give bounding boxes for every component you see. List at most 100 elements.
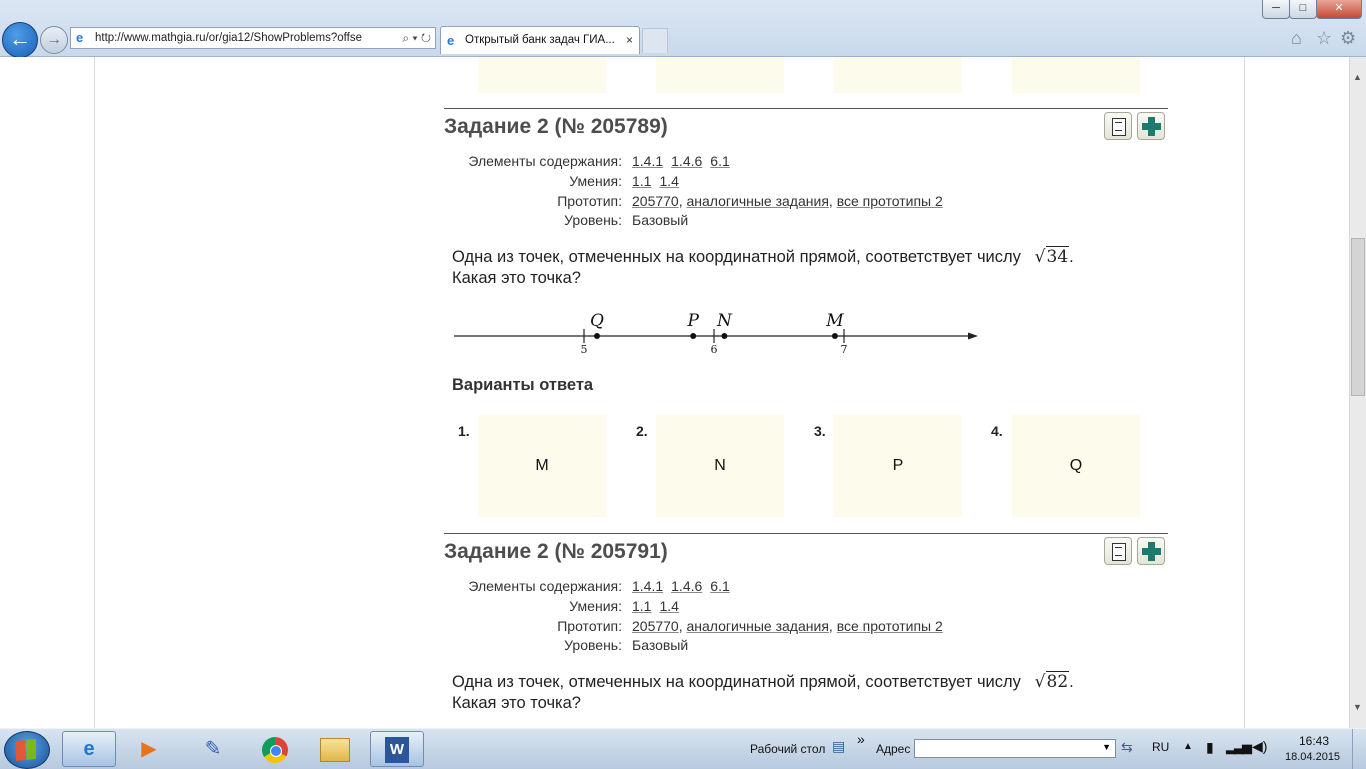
add-icon[interactable] (1137, 112, 1165, 140)
address-label: Адрес (876, 742, 911, 756)
toolbar-chevron[interactable]: » (857, 731, 865, 747)
answer-value: N (714, 457, 726, 474)
tick-label: 5 (581, 343, 588, 356)
answer-number: 3. (814, 423, 826, 439)
sqrt-expression: √82 (1034, 671, 1070, 692)
page-content: Задание 2 (№ 205789) Элементы содержания… (0, 57, 1349, 728)
point-p (690, 333, 697, 339)
close-window-button[interactable]: ✕ (1316, 0, 1362, 19)
prototype-label: Прототип: (557, 193, 622, 209)
point-q (594, 333, 600, 339)
skill-link[interactable]: 1.4 (659, 598, 678, 614)
taskbar-chrome[interactable] (248, 731, 302, 767)
vertical-scrollbar[interactable]: ▲ ▼ (1349, 57, 1366, 728)
content-label: Элементы содержания: (468, 153, 622, 169)
taskbar-media-player[interactable]: ▶ (122, 731, 176, 767)
taskbar-ie[interactable]: e (62, 731, 116, 767)
prototype-link[interactable]: 205770 (632, 193, 679, 209)
notes-icon[interactable] (1104, 537, 1132, 565)
problem-title: Задание 2 (№ 205789) (444, 115, 668, 138)
skills-label: Умения: (569, 598, 622, 614)
new-tab-button[interactable] (642, 28, 668, 53)
minimize-button[interactable]: ─ (1262, 0, 1290, 19)
tick-label: 6 (711, 343, 718, 356)
content-link[interactable]: 6.1 (710, 578, 729, 594)
prototype-link[interactable]: 205770 (632, 618, 679, 634)
desktop-toolbar-icon[interactable]: ▤ (832, 738, 845, 755)
point-m (831, 333, 838, 339)
answer-value: Q (1069, 457, 1083, 474)
refresh-icon[interactable]: ↻ (421, 31, 431, 45)
scroll-up-icon[interactable]: ▲ (1353, 72, 1362, 82)
skill-link[interactable]: 1.1 (632, 598, 651, 614)
content-link[interactable]: 1.4.6 (671, 578, 702, 594)
settings-icon[interactable]: ⚙ (1340, 28, 1356, 49)
sqrt-expression: √34 (1034, 246, 1070, 267)
point-n (721, 333, 728, 339)
ie-page-icon: e (76, 30, 84, 45)
question-text: Одна из точек, отмеченных на координатно… (452, 246, 1074, 287)
content-label: Элементы содержания: (468, 578, 622, 594)
prev-answer-box (478, 57, 606, 93)
browser-chrome: ─ □ ✕ ← → e http://www.mathgia.ru/or/gia… (0, 0, 1366, 58)
dropdown-icon[interactable]: ▾ (412, 31, 417, 45)
similar-tasks-link[interactable]: аналогичные задания (687, 618, 829, 634)
go-icon[interactable]: ⇆ (1121, 739, 1133, 756)
clock-date[interactable]: 18.04.2015 (1285, 751, 1340, 763)
paint-icon: ✎ (204, 738, 222, 760)
problem-divider (444, 533, 1168, 534)
answer-option[interactable]: N (656, 415, 784, 517)
answer-option[interactable]: Q (1012, 415, 1140, 517)
ie-icon: e (83, 738, 95, 760)
start-button[interactable] (4, 731, 50, 769)
volume-icon[interactable]: ◀) (1252, 738, 1267, 755)
desktop-label[interactable]: Рабочий стол (750, 742, 825, 756)
address-bar[interactable]: e http://www.mathgia.ru/or/gia12/ShowPro… (70, 27, 436, 49)
content-link[interactable]: 1.4.1 (632, 578, 663, 594)
answer-value: P (892, 457, 904, 474)
all-prototypes-link[interactable]: все прототипы 2 (837, 618, 943, 634)
url-text[interactable]: http://www.mathgia.ru/or/gia12/ShowProbl… (95, 32, 385, 44)
question-line1: Одна из точек, отмеченных на координатно… (452, 673, 1021, 691)
content-link[interactable]: 1.4.1 (632, 153, 663, 169)
content-link[interactable]: 6.1 (710, 153, 729, 169)
taskbar-paint[interactable]: ✎ (186, 731, 240, 767)
taskbar-address-input[interactable]: ▼ (914, 739, 1116, 758)
number-line: 5 6 7 Q P N M (454, 311, 978, 356)
search-icon[interactable]: ⌕ (402, 31, 409, 45)
dropdown-icon[interactable]: ▼ (1102, 742, 1111, 752)
back-button[interactable]: ← (2, 22, 38, 58)
taskbar: e ▶ ✎ W Рабочий стол ▤ » Адрес ▼ ⇆ RU ▲ … (0, 728, 1366, 769)
notes-icon[interactable] (1104, 112, 1132, 140)
problem-title: Задание 2 (№ 205791) (444, 540, 668, 563)
skill-link[interactable]: 1.1 (632, 173, 651, 189)
tab-close-icon[interactable]: × (626, 33, 633, 47)
show-hidden-icons[interactable]: ▲ (1183, 741, 1193, 752)
clock-time[interactable]: 16:43 (1299, 734, 1329, 748)
scrollbar-thumb[interactable] (1351, 238, 1365, 396)
maximize-button[interactable]: □ (1289, 0, 1317, 19)
answer-number: 1. (458, 423, 470, 439)
question-text: Одна из точек, отмеченных на координатно… (452, 671, 1074, 712)
answer-option[interactable]: P (834, 415, 962, 517)
skill-link[interactable]: 1.4 (659, 173, 678, 189)
add-icon[interactable] (1137, 537, 1165, 565)
home-icon[interactable]: ⌂ (1291, 28, 1302, 49)
language-indicator[interactable]: RU (1152, 740, 1169, 754)
tab-title: Открытый банк задач ГИА... (465, 34, 615, 46)
favorites-icon[interactable]: ☆ (1316, 28, 1332, 49)
answer-option[interactable]: M (478, 415, 606, 517)
prev-answer-box (834, 57, 962, 93)
battery-icon[interactable]: ▮ (1206, 739, 1214, 756)
forward-button[interactable]: → (40, 26, 68, 54)
network-icon[interactable]: ▂▃▅ (1226, 739, 1252, 755)
content-link[interactable]: 1.4.6 (671, 153, 702, 169)
scroll-down-icon[interactable]: ▼ (1353, 702, 1362, 712)
level-value: Базовый (632, 637, 689, 653)
similar-tasks-link[interactable]: аналогичные задания (687, 193, 829, 209)
taskbar-word[interactable]: W (370, 731, 424, 767)
all-prototypes-link[interactable]: все прототипы 2 (837, 193, 943, 209)
tab-active[interactable]: e Открытый банк задач ГИА... × (440, 26, 640, 54)
show-desktop-button[interactable] (1352, 729, 1366, 769)
taskbar-explorer[interactable] (308, 731, 362, 767)
